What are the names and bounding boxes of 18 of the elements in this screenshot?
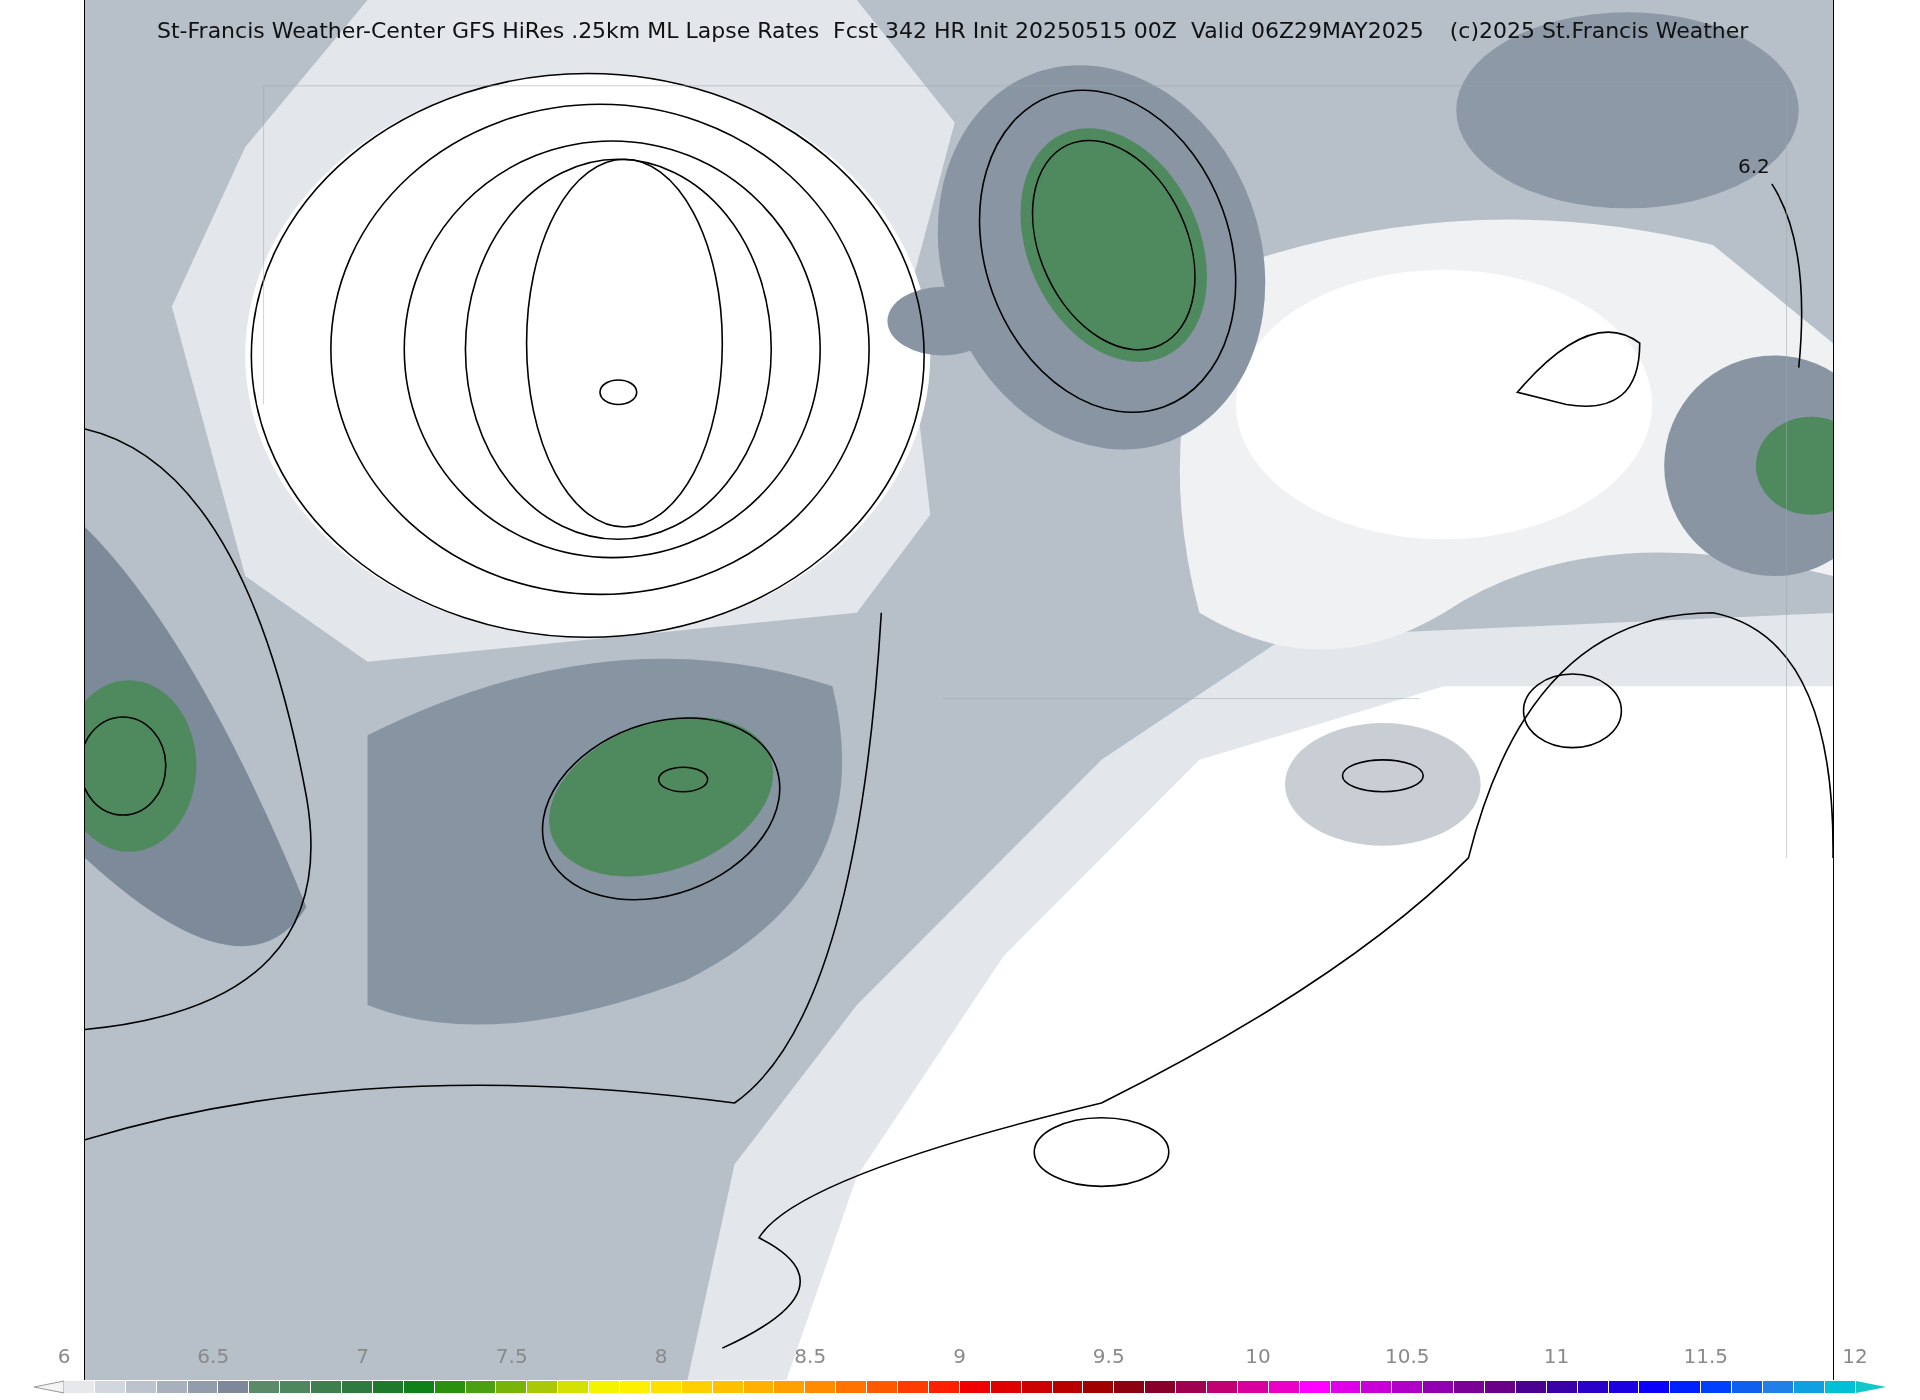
contour-label: 6.2 [1738,154,1770,178]
colorbar-tick-label: 9 [953,1344,966,1368]
colorbar-tick-label: 12 [1842,1344,1868,1368]
colorbar-tick-label: 8.5 [794,1344,827,1368]
colorbar-tick-label: 10.5 [1385,1344,1430,1368]
colorbar-tick-label: 6 [57,1344,71,1368]
colorbar-left-arrow-icon [34,1380,64,1394]
colorbar-tick-label: 11.5 [1683,1344,1728,1368]
colorbar-tick-label: 10 [1245,1344,1271,1368]
colorbar-tick-label: 7.5 [495,1344,528,1368]
colorbar-tick-label: 7 [356,1344,369,1368]
colorbar-tick-label: 11 [1543,1344,1570,1368]
copyright-text: (c)2025 St.Francis Weather [1449,18,1749,43]
colorbar-tick-label: 8 [654,1344,668,1368]
map-title: St-Francis Weather-Center GFS HiRes .25km ML Lapse Rates Fcst 342 HR Init 20250515 00Z Valid 06Z29MAY2025 [157,18,1424,43]
colorbar-tick-label: 9.5 [1092,1344,1125,1368]
colorbar-right-arrow-icon [1856,1380,1886,1394]
colorbar-tick-label: 6.5 [197,1344,230,1368]
